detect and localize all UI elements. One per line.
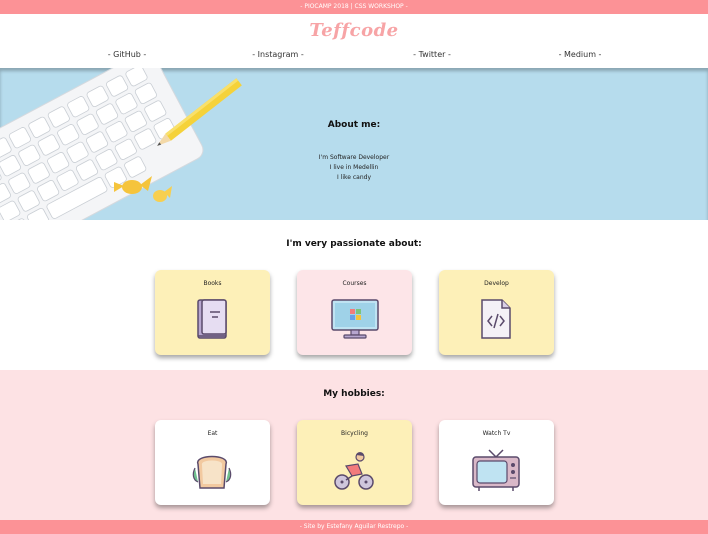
- site-logo[interactable]: Teffcode: [0, 20, 708, 41]
- header: Teffcode - GitHub - - Instagram - - Twit…: [0, 14, 708, 68]
- hobbies-section: My hobbies: Eat Bicycling Watch Tv: [0, 370, 708, 520]
- passion-section: I'm very passionate about: Books Courses…: [0, 220, 708, 370]
- about-line-city: I live in Medellin: [329, 164, 379, 171]
- card-courses[interactable]: Courses: [297, 270, 412, 355]
- book-icon: [197, 299, 227, 339]
- card-watch-tv[interactable]: Watch Tv: [439, 420, 554, 505]
- tv-icon: [472, 449, 520, 491]
- monitor-icon: [331, 299, 379, 339]
- about-line-candy: I like candy: [336, 174, 371, 181]
- keyboard-pencil-illustration: [0, 68, 242, 220]
- about-line-job: I'm Software Developer: [318, 154, 390, 161]
- card-develop[interactable]: Develop: [439, 270, 554, 355]
- card-bicycling[interactable]: Bicycling: [297, 420, 412, 505]
- card-label: Watch Tv: [482, 430, 511, 437]
- top-banner: - PIOCAMP 2018 | CSS WORKSHOP -: [0, 0, 708, 14]
- nav-link-twitter[interactable]: - Twitter -: [413, 50, 451, 59]
- card-label: Eat: [207, 430, 218, 437]
- card-eat[interactable]: Eat: [155, 420, 270, 505]
- about-title: About me:: [327, 120, 381, 130]
- hobbies-title: My hobbies:: [323, 389, 385, 399]
- card-label: Bicycling: [341, 430, 368, 437]
- code-file-icon: [481, 299, 511, 339]
- card-label: Courses: [342, 280, 367, 287]
- footer: - Site by Estefany Aguilar Restrepo -: [0, 520, 708, 534]
- card-books[interactable]: Books: [155, 270, 270, 355]
- nav-link-github[interactable]: - GitHub -: [108, 50, 147, 59]
- card-label: Books: [203, 280, 222, 287]
- nav-link-instagram[interactable]: - Instagram -: [252, 50, 304, 59]
- card-label: Develop: [484, 280, 509, 287]
- about-me: About me: I'm Software Developer I live …: [254, 68, 454, 220]
- nav-link-medium[interactable]: - Medium -: [559, 50, 602, 59]
- cyclist-icon: [334, 452, 374, 490]
- sandwich-icon: [192, 455, 232, 489]
- main-nav: - GitHub - - Instagram - - Twitter - - M…: [0, 50, 708, 64]
- passion-title: I'm very passionate about:: [286, 239, 422, 249]
- hero-about: About me: I'm Software Developer I live …: [0, 68, 708, 220]
